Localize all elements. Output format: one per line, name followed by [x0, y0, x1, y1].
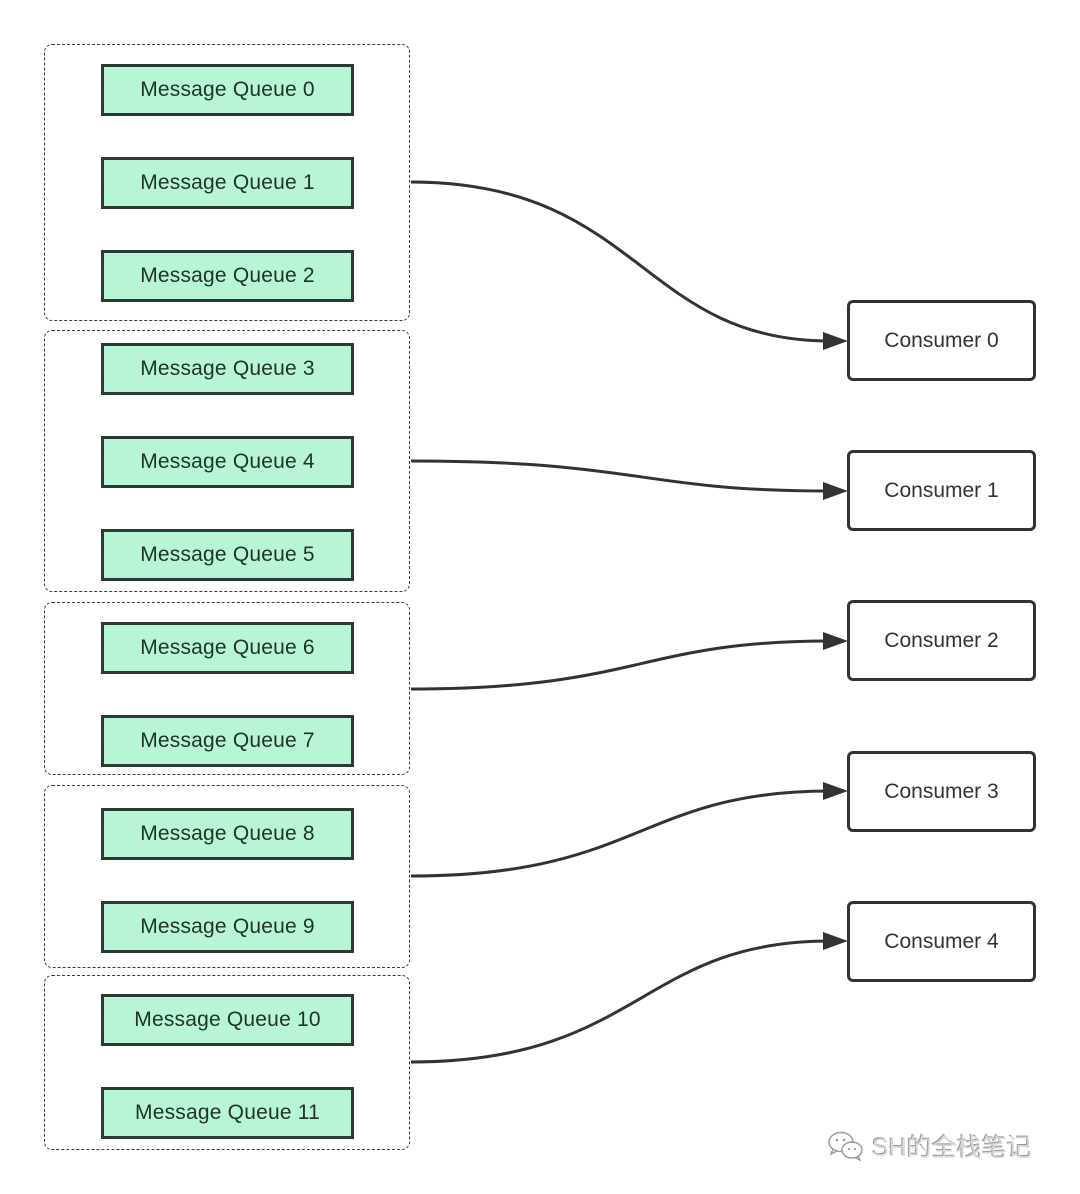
message-queue-3: Message Queue 3 [101, 343, 354, 395]
message-queue-9: Message Queue 9 [101, 901, 354, 953]
consumer-3: Consumer 3 [847, 751, 1036, 832]
message-queue-6: Message Queue 6 [101, 622, 354, 674]
edge-group-1-to-consumer-1 [410, 459, 848, 500]
arrowhead-icon [823, 932, 848, 950]
message-queue-4: Message Queue 4 [101, 436, 354, 488]
message-queue-11: Message Queue 11 [101, 1087, 354, 1139]
message-queue-7: Message Queue 7 [101, 715, 354, 767]
arrowhead-icon [823, 332, 848, 350]
message-queue-2: Message Queue 2 [101, 250, 354, 302]
message-queue-10: Message Queue 10 [101, 994, 354, 1046]
edge-line [410, 939, 831, 1064]
diagram-canvas: Message Queue 0 Message Queue 1 Message … [0, 0, 1080, 1194]
message-queue-1: Message Queue 1 [101, 157, 354, 209]
arrowhead-icon [823, 782, 848, 800]
watermark: SH的全栈笔记 [826, 1128, 1032, 1164]
message-queue-5: Message Queue 5 [101, 529, 354, 581]
consumer-2: Consumer 2 [847, 600, 1036, 681]
edge-line [410, 459, 831, 493]
edge-line [410, 180, 831, 343]
edge-line [410, 639, 831, 691]
edge-group-2-to-consumer-2 [410, 632, 848, 691]
edge-line [410, 789, 831, 878]
edge-group-4-to-consumer-4 [410, 932, 848, 1064]
arrowhead-icon [823, 482, 848, 500]
edge-group-3-to-consumer-3 [410, 782, 848, 878]
consumer-1: Consumer 1 [847, 450, 1036, 531]
arrowhead-icon [823, 632, 848, 650]
watermark-text: SH的全栈笔记 [872, 1134, 1032, 1162]
consumer-4: Consumer 4 [847, 901, 1036, 982]
consumer-0: Consumer 0 [847, 300, 1036, 381]
edge-group-0-to-consumer-0 [410, 180, 848, 350]
message-queue-0: Message Queue 0 [101, 64, 354, 116]
wechat-icon [828, 1131, 863, 1162]
message-queue-8: Message Queue 8 [101, 808, 354, 860]
